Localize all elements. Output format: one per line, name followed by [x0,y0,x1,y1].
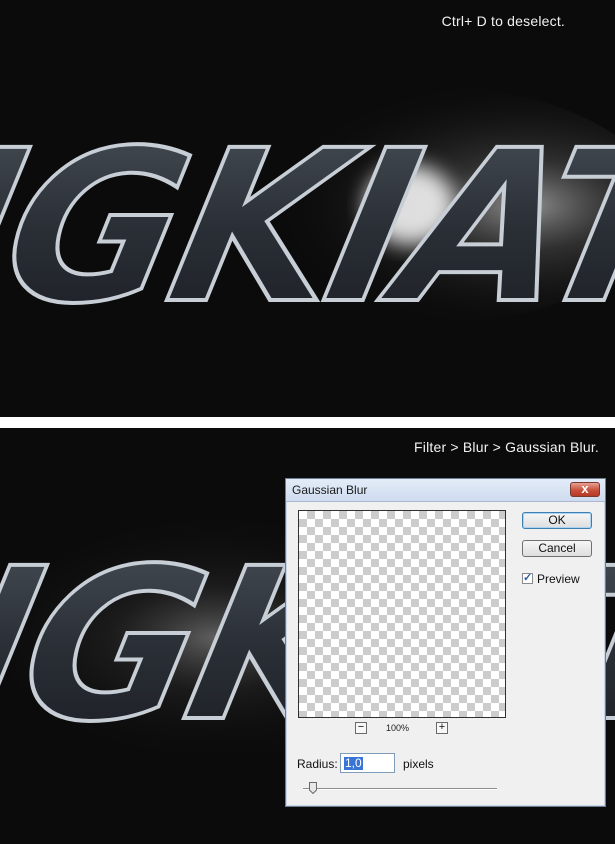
cancel-button[interactable]: Cancel [522,540,592,557]
close-button[interactable]: x [570,481,600,497]
artwork-text: NGKIAT [0,106,615,350]
close-icon: x [581,481,589,496]
preview-label: Preview [537,572,580,586]
gaussian-blur-dialog: Gaussian Blur x − 100% + OK Cancel ✓ Pre… [285,478,606,807]
preview-checkbox[interactable]: ✓ [522,572,533,584]
step-caption: Ctrl+ D to deselect. [441,13,565,29]
radius-input[interactable]: 1,0 [340,753,395,773]
zoom-level: 100% [386,723,410,733]
plus-icon: + [438,721,446,733]
step-panel-deselect: NGKIAT Ctrl+ D to deselect. [0,0,615,417]
radius-value: 1,0 [344,756,363,770]
checkmark-icon: ✓ [523,572,533,584]
dialog-titlebar[interactable]: Gaussian Blur x [286,479,605,502]
ok-button[interactable]: OK [522,512,592,529]
radius-slider-track[interactable] [303,788,497,790]
preview-canvas[interactable] [298,510,506,718]
zoom-in-button[interactable]: + [436,722,448,734]
radius-label: Radius: [297,757,338,771]
chrome-text-artwork: NGKIAT [0,85,615,352]
radius-units-label: pixels [403,757,434,771]
zoom-out-button[interactable]: − [355,722,367,734]
dialog-title: Gaussian Blur [292,483,368,497]
step-caption: Filter > Blur > Gaussian Blur. [414,439,599,455]
minus-icon: − [357,721,365,733]
radius-slider-thumb[interactable] [308,782,317,794]
